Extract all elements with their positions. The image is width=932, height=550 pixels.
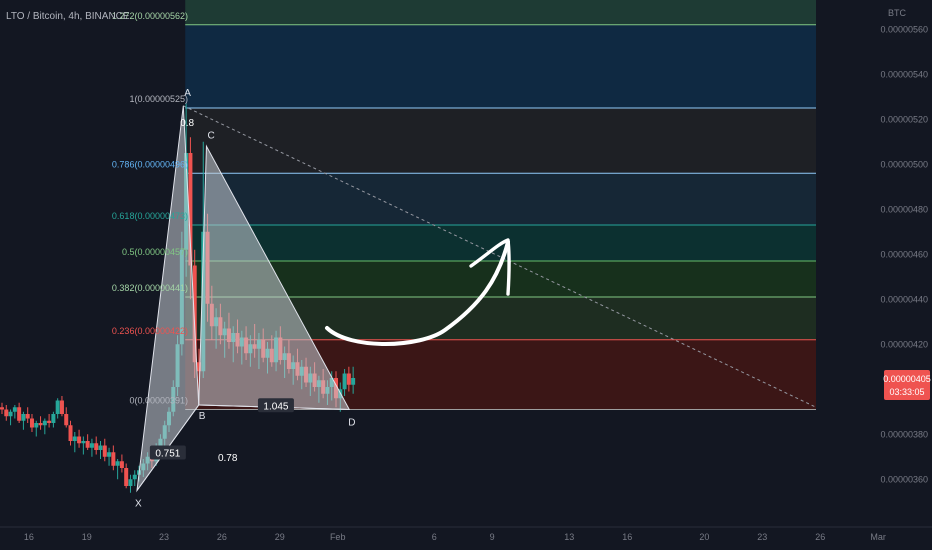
- price-chart[interactable]: XABCD0.751 0.780.81.045 1.272(0.00000562)…: [0, 0, 932, 550]
- time-axis-tick: 20: [699, 532, 709, 542]
- candle-body: [12, 407, 17, 412]
- time-axis-tick: 13: [564, 532, 574, 542]
- candle-body: [89, 443, 94, 448]
- price-axis-tick: 0.00000420: [880, 339, 928, 349]
- time-axis-tick: 29: [275, 532, 285, 542]
- price-axis-tick: 0.00000520: [880, 114, 928, 124]
- pattern-ratio-label: 0.78: [218, 453, 238, 464]
- fib-zone-top: [185, 0, 817, 25]
- price-axis-tick: 0.00000560: [880, 24, 928, 34]
- pattern-point-d: D: [348, 418, 355, 429]
- fib-level-label-0.618: 0.618(0.00000473): [112, 211, 188, 221]
- time-axis-tick: 26: [815, 532, 825, 542]
- pattern-point-x: X: [135, 499, 142, 510]
- fib-level-label-1: 1(0.00000525): [129, 94, 188, 104]
- candle-body: [55, 400, 60, 414]
- time-axis-tick: Mar: [870, 532, 886, 542]
- price-axis-tick: 0.00000440: [880, 294, 928, 304]
- candle-body: [77, 436, 82, 444]
- price-axis-tick: 0.00000480: [880, 204, 928, 214]
- candle-body: [102, 445, 107, 457]
- candle-body: [29, 418, 34, 428]
- fib-zone-1: [185, 24, 817, 108]
- time-axis-tick: 19: [82, 532, 92, 542]
- candle-body: [346, 373, 351, 385]
- pattern-point-c: C: [207, 130, 214, 141]
- candle-body: [4, 409, 9, 417]
- current-price-value: 0.00000405: [883, 374, 931, 384]
- candle-body: [342, 373, 347, 390]
- candle-body: [72, 436, 77, 441]
- candle-body: [21, 414, 26, 421]
- symbol-title[interactable]: LTO / Bitcoin, 4h, BINANCE: [6, 11, 130, 22]
- candle-body: [51, 414, 56, 423]
- fib-zone-0.786: [185, 108, 817, 174]
- candle-body: [115, 461, 120, 466]
- candle-body: [132, 474, 137, 480]
- fib-zone-0.618: [185, 173, 817, 225]
- fib-level-label-0.786: 0.786(0.00000496): [112, 159, 188, 169]
- candle-body: [128, 479, 133, 486]
- candle-body: [85, 441, 90, 448]
- candle-countdown: 03:33:05: [889, 387, 924, 397]
- candle-body: [47, 420, 52, 423]
- time-axis-tick: 26: [217, 532, 227, 542]
- candle-body: [119, 461, 124, 468]
- current-price-tag: 0.00000405 03:33:05: [883, 370, 931, 400]
- price-axis-tick: 0.00000460: [880, 249, 928, 259]
- candle-body: [38, 423, 43, 426]
- pattern-ratio-label: 0.751: [155, 449, 180, 460]
- time-axis-tick: 9: [490, 532, 495, 542]
- time-axis-tick: 6: [432, 532, 437, 542]
- candle-body: [68, 425, 73, 441]
- time-axis-tick: 23: [159, 532, 169, 542]
- price-axis-tick: 0.00000500: [880, 159, 928, 169]
- time-axis-tick: 16: [24, 532, 34, 542]
- candle-body: [81, 441, 86, 444]
- candle-body: [25, 414, 30, 419]
- candle-body: [111, 452, 116, 466]
- candle-body: [351, 378, 356, 385]
- price-axis-tick: 0.00000360: [880, 474, 928, 484]
- time-axis-tick: Feb: [330, 532, 346, 542]
- candle-body: [17, 407, 22, 421]
- fib-level-label-0.5: 0.5(0.00000457): [122, 247, 188, 257]
- candle-body: [0, 407, 4, 410]
- fib-level-label-0: 0(0.00000391): [129, 396, 188, 406]
- candle-body: [8, 411, 13, 417]
- fib-level-label-0.236: 0.236(0.00000422): [112, 326, 188, 336]
- price-axis-tick: 0.00000380: [880, 429, 928, 439]
- candle-body: [34, 423, 39, 428]
- pattern-point-b: B: [199, 411, 206, 422]
- candle-body: [64, 414, 69, 426]
- pattern-ratio-label: 1.045: [263, 401, 288, 412]
- candle-body: [107, 452, 112, 457]
- candle-body: [98, 445, 103, 450]
- time-axis-tick: 16: [622, 532, 632, 542]
- pattern-ratio-label: 0.8: [180, 118, 194, 129]
- candle-body: [124, 468, 129, 486]
- price-axis-currency: BTC: [888, 8, 907, 18]
- candle-body: [94, 443, 99, 450]
- fib-level-label-0.382: 0.382(0.00000441): [112, 283, 188, 293]
- time-axis-tick: 23: [757, 532, 767, 542]
- price-axis-tick: 0.00000540: [880, 69, 928, 79]
- candle-body: [42, 420, 47, 426]
- candle-body: [59, 400, 64, 414]
